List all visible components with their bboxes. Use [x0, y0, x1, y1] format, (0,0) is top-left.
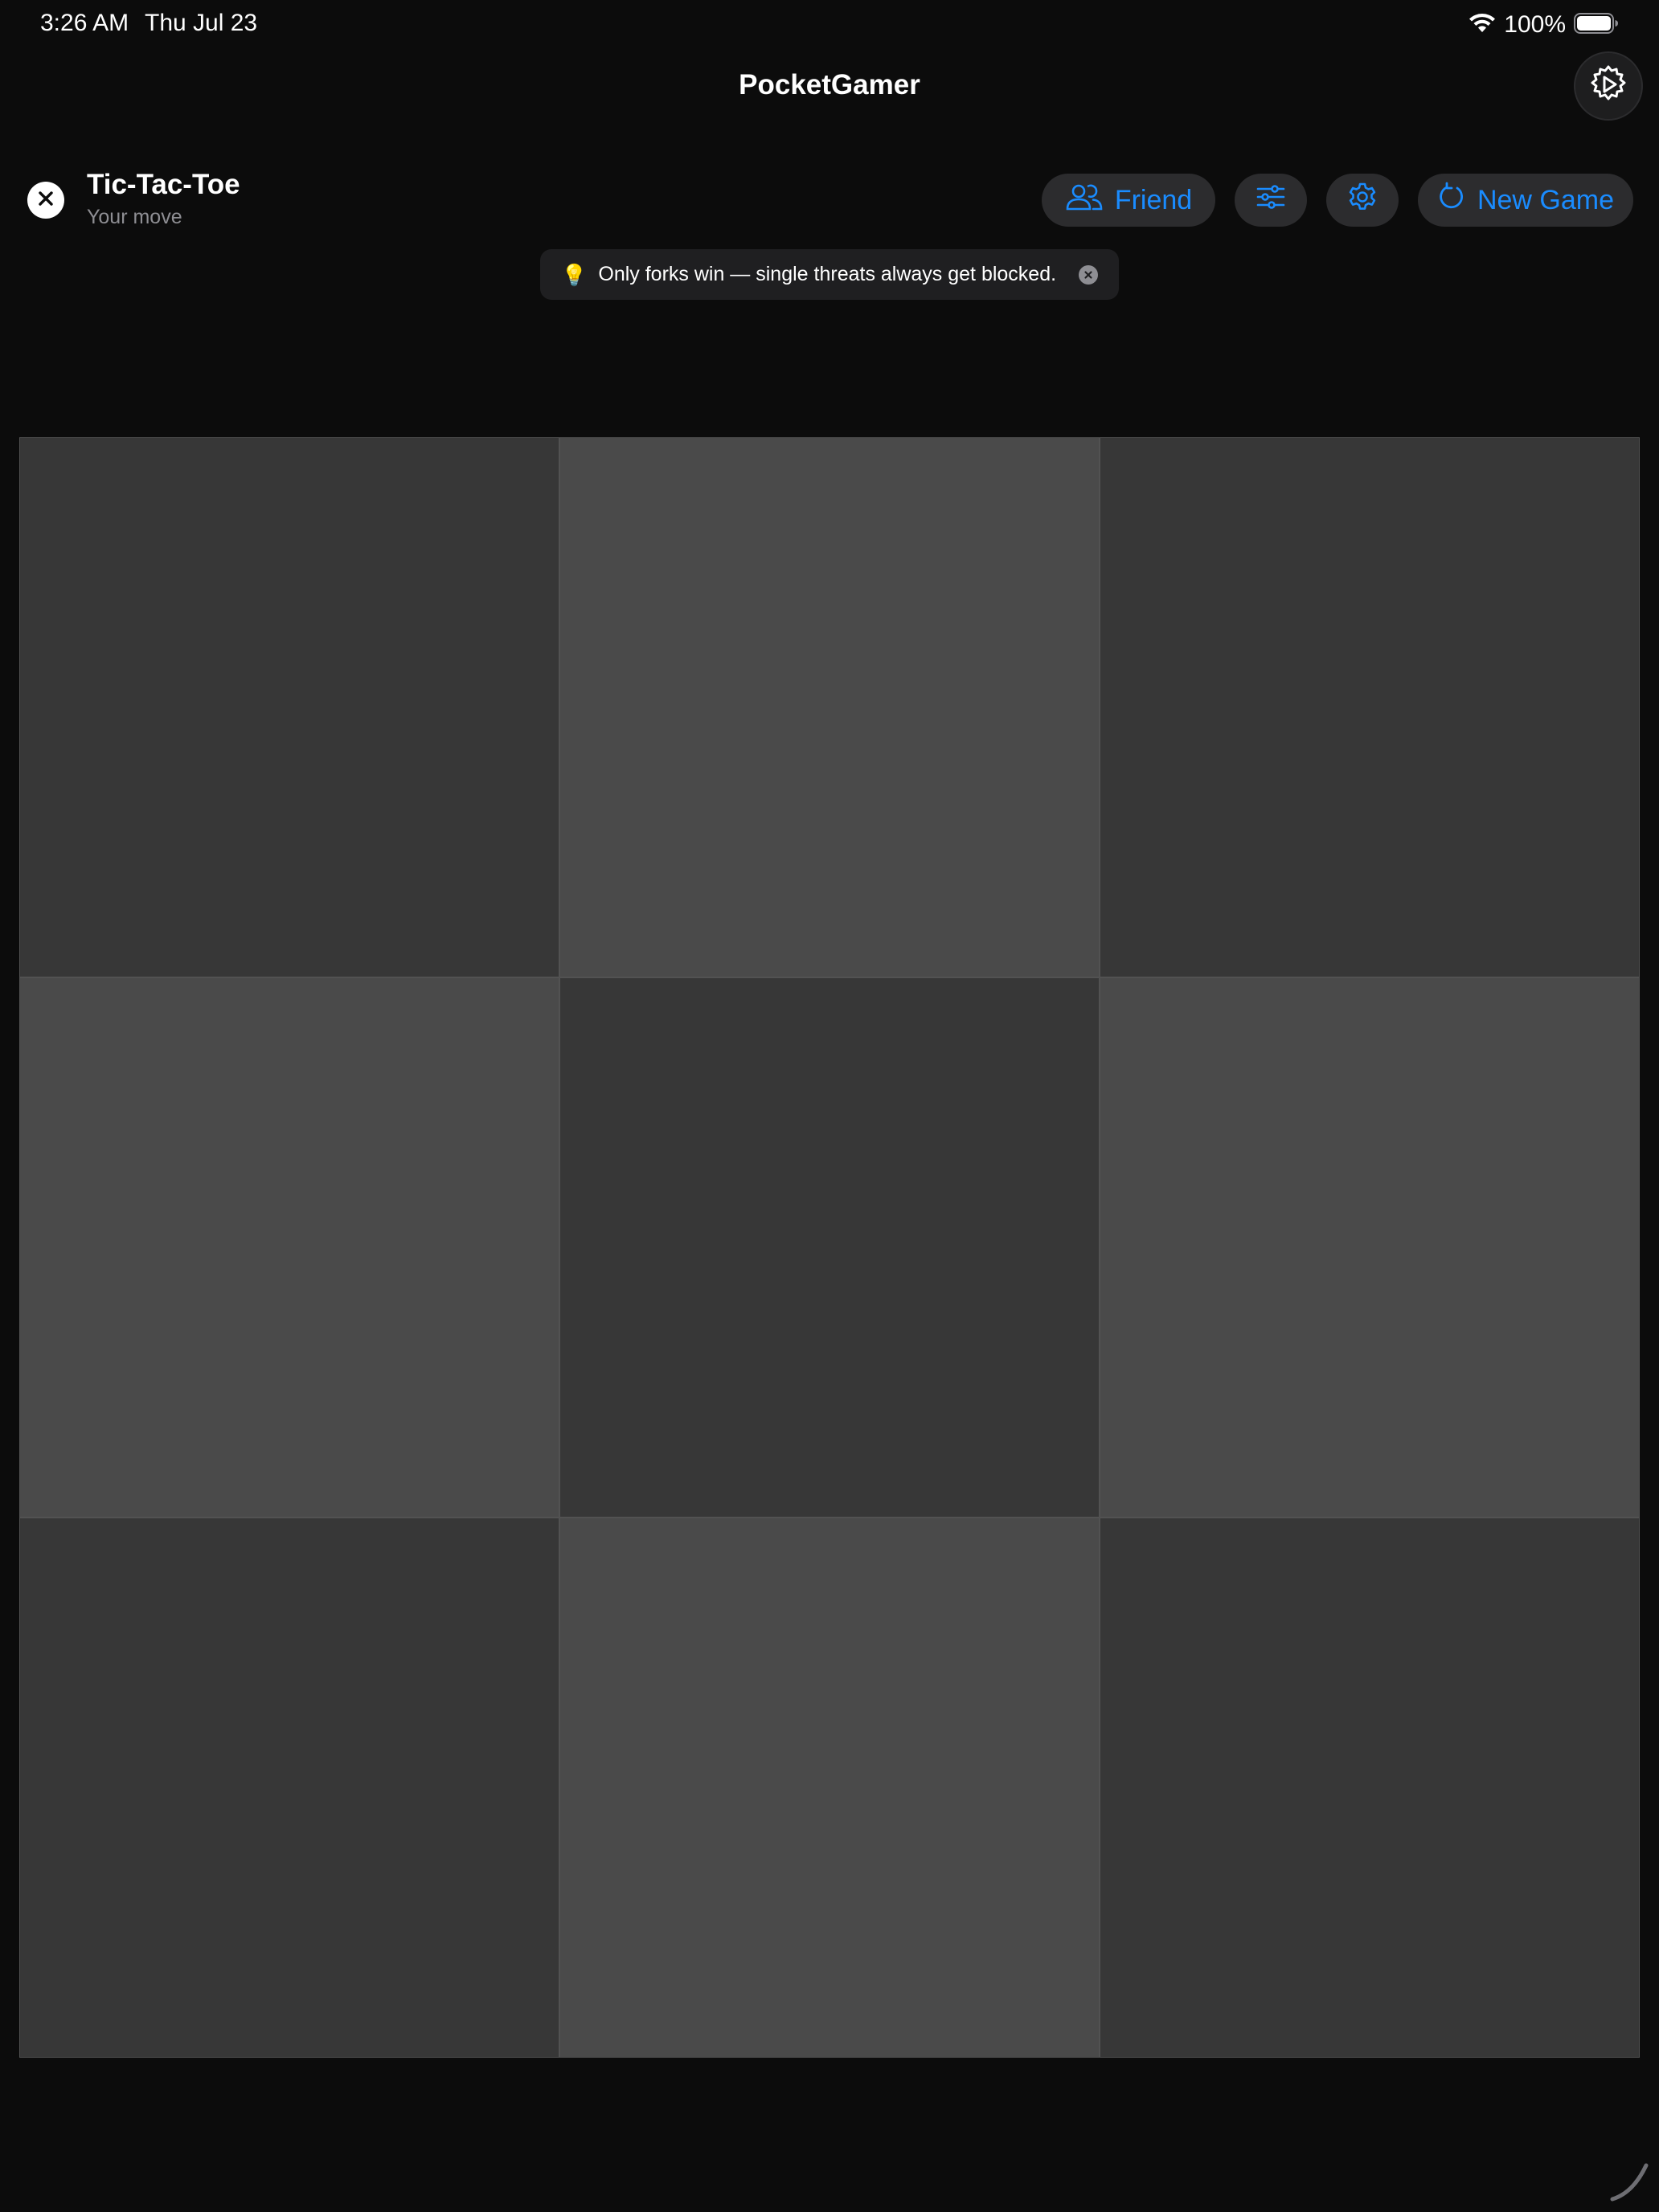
- sliders-icon: [1256, 184, 1286, 217]
- tip-text: Only forks win — single threats always g…: [598, 263, 1057, 285]
- game-toolbar: Friend New Game: [1042, 174, 1633, 227]
- options-button[interactable]: [1235, 174, 1307, 227]
- settings-button[interactable]: [1326, 174, 1399, 227]
- gear-icon: [1347, 182, 1378, 219]
- board-cell[interactable]: [560, 438, 1099, 977]
- friend-button-label: Friend: [1114, 184, 1193, 215]
- close-game-button[interactable]: [27, 182, 64, 219]
- board-cell[interactable]: [560, 1518, 1099, 2057]
- tip-banner: 💡 Only forks win — single threats always…: [540, 249, 1119, 300]
- people-icon: [1065, 183, 1104, 218]
- close-circle-icon[interactable]: [1079, 264, 1098, 285]
- new-game-label: New Game: [1477, 184, 1615, 215]
- turn-status: Your move: [87, 206, 182, 228]
- status-date: Thu Jul 23: [145, 10, 258, 36]
- close-icon: [37, 190, 55, 211]
- status-bar: 3:26 AM Thu Jul 23 100%: [0, 0, 1659, 51]
- board-cell[interactable]: [1100, 1518, 1639, 2057]
- board-cell[interactable]: [20, 1518, 559, 2057]
- app-title: PocketGamer: [739, 69, 920, 100]
- board-cell[interactable]: [560, 978, 1099, 1517]
- battery-percent: 100%: [1504, 11, 1566, 38]
- gear-play-icon: [1587, 63, 1629, 109]
- game-board: [19, 437, 1640, 2058]
- battery-icon: [1574, 12, 1619, 38]
- board-cell[interactable]: [20, 978, 559, 1517]
- lightbulb-icon: 💡: [561, 262, 588, 287]
- board-cell[interactable]: [20, 438, 559, 977]
- new-game-button[interactable]: New Game: [1418, 174, 1633, 227]
- status-indicators: 100%: [1469, 11, 1619, 39]
- board-cell[interactable]: [1100, 438, 1639, 977]
- refresh-icon: [1437, 182, 1466, 219]
- top-settings-button[interactable]: [1574, 51, 1643, 121]
- game-title: Tic-Tac-Toe: [87, 169, 240, 200]
- corner-handle-icon: [1604, 2157, 1653, 2206]
- friend-button[interactable]: Friend: [1042, 174, 1215, 227]
- wifi-icon: [1469, 13, 1496, 38]
- status-time: 3:26 AM: [40, 10, 129, 36]
- board-cell[interactable]: [1100, 978, 1639, 1517]
